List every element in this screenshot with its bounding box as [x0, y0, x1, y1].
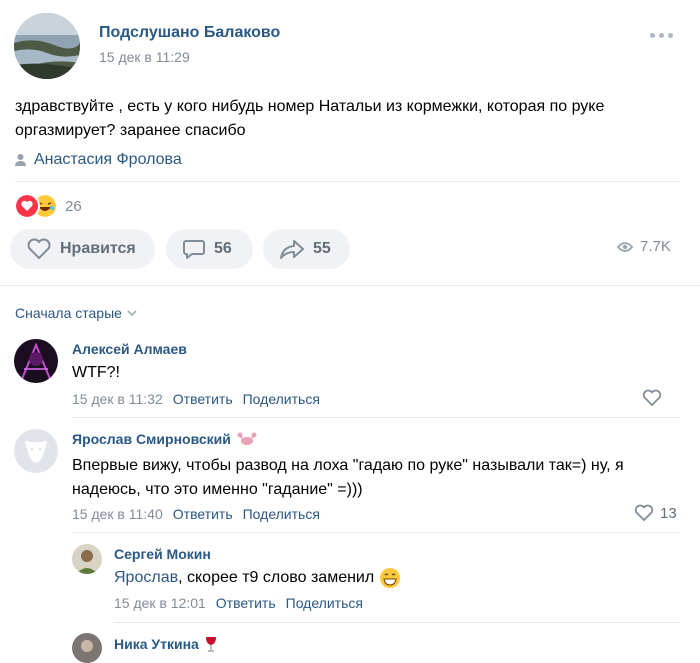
comment-text: WTF?!	[72, 364, 120, 381]
comment-header: Ника Уткина	[114, 636, 217, 652]
avatar[interactable]	[14, 429, 58, 473]
comment-author[interactable]: Ника Уткина	[114, 636, 199, 652]
like-count: 13	[660, 504, 677, 522]
wine-glass-emoji-icon	[205, 637, 216, 652]
reactions-summary[interactable]: 26	[14, 193, 82, 219]
comment-author[interactable]: Алексей Алмаев	[72, 341, 187, 357]
divider	[72, 532, 680, 533]
post-author[interactable]: Анастасия Фролова	[15, 151, 182, 169]
reply-button[interactable]: Ответить	[173, 391, 233, 407]
divider	[15, 181, 680, 182]
comment-date[interactable]: 15 дек в 12:01	[114, 595, 206, 611]
reply-button[interactable]: Ответить	[216, 595, 276, 611]
comment-meta: 15 дек в 11:32 Ответить Поделиться	[72, 391, 320, 407]
crab-emoji-icon	[237, 432, 257, 445]
group-avatar[interactable]	[14, 13, 80, 79]
avatar[interactable]	[72, 544, 102, 574]
comments-count: 56	[214, 240, 232, 257]
shares-count: 55	[313, 240, 331, 257]
section-divider	[0, 285, 700, 286]
views-count: 7.7K	[640, 238, 671, 255]
more-options-icon[interactable]	[650, 30, 676, 40]
share-comment-button[interactable]: Поделиться	[243, 391, 320, 407]
comment-icon	[183, 240, 205, 259]
comment-meta: 15 дек в 12:01 Ответить Поделиться	[114, 595, 363, 611]
share-comment-button[interactable]: Поделиться	[243, 506, 320, 522]
share-comment-button[interactable]: Поделиться	[286, 595, 363, 611]
post-date[interactable]: 15 дек в 11:29	[99, 49, 190, 65]
comment-text: Впервые вижу, чтобы развод на лоха "гада…	[72, 457, 624, 498]
share-icon	[280, 240, 304, 259]
heart-icon	[634, 504, 654, 521]
heart-reaction-icon	[14, 193, 40, 219]
heart-icon	[27, 238, 51, 259]
comments-sort-dropdown[interactable]: Сначала старые	[15, 305, 137, 321]
post-text: здравствуйте , есть у кого нибудь номер …	[15, 98, 605, 139]
comment-date[interactable]: 15 дек в 11:32	[72, 391, 163, 407]
comment-author[interactable]: Сергей Мокин	[114, 546, 211, 562]
reactions-count: 26	[65, 197, 82, 215]
divider	[72, 417, 680, 418]
heart-icon	[642, 389, 662, 406]
comment-text-row: Ярослав , скорее т9 слово заменил	[114, 566, 401, 590]
like-label: Нравится	[60, 240, 136, 257]
author-name[interactable]: Анастасия Фролова	[34, 151, 182, 169]
reply-mention[interactable]: Ярослав	[114, 566, 178, 590]
sort-label: Сначала старые	[15, 305, 122, 321]
comment-like-button[interactable]: 13	[634, 504, 677, 522]
comments-button[interactable]: 56	[166, 229, 253, 269]
divider	[114, 622, 680, 623]
reply-button[interactable]: Ответить	[173, 506, 233, 522]
comment-header: Ярослав Смирновский	[72, 431, 257, 447]
share-button[interactable]: 55	[263, 229, 350, 269]
like-button[interactable]: Нравится	[10, 229, 155, 269]
eye-icon	[617, 241, 633, 252]
group-name[interactable]: Подслушано Балаково	[99, 24, 280, 42]
comment-text: , скорее т9 слово заменил	[178, 569, 375, 586]
user-icon	[15, 154, 26, 166]
comment-author[interactable]: Ярослав Смирновский	[72, 431, 231, 447]
avatar[interactable]	[14, 339, 58, 383]
comment-date[interactable]: 15 дек в 11:40	[72, 506, 163, 522]
comment-meta: 15 дек в 11:40 Ответить Поделиться	[72, 506, 320, 522]
comment-like-button[interactable]	[642, 389, 662, 407]
views-counter: 7.7K	[617, 238, 671, 255]
grinning-emoji-icon	[380, 568, 401, 588]
chevron-down-icon	[127, 310, 137, 316]
